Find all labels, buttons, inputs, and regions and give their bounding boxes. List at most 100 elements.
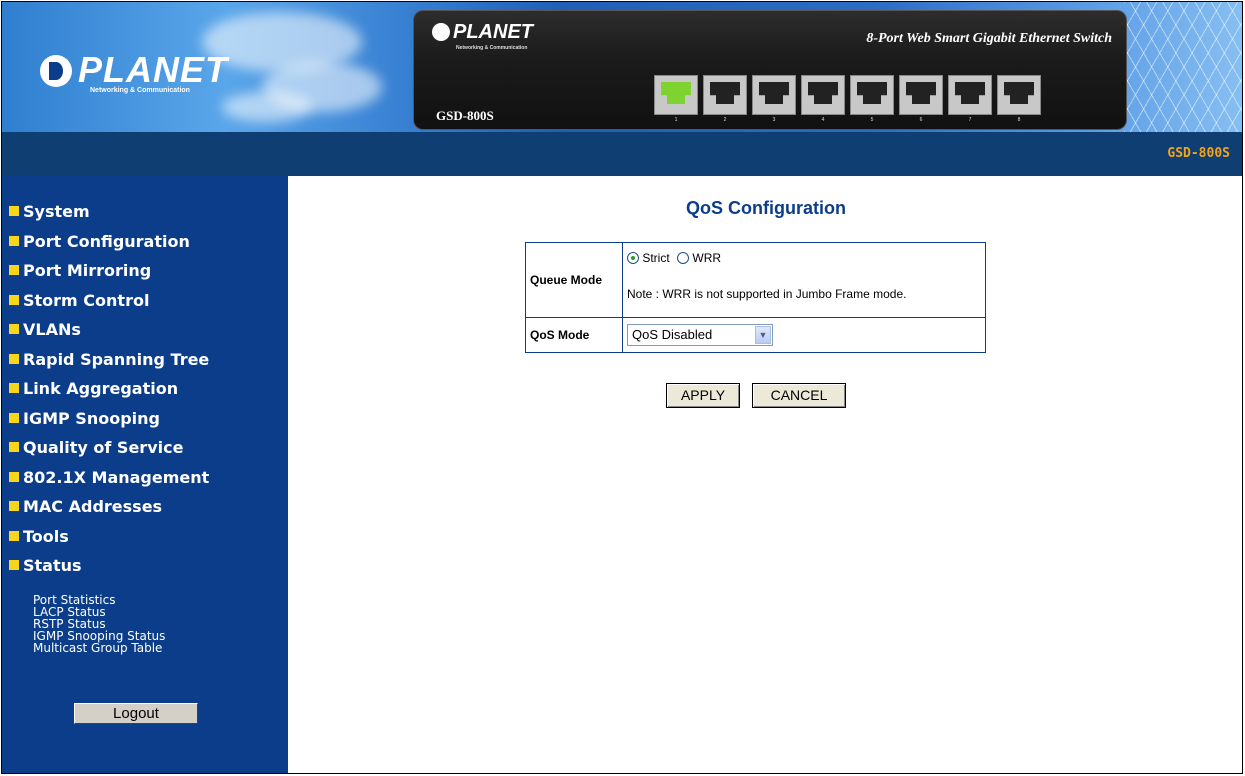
- qos-config-table: Queue Mode Strict WRR Note : WRR is not …: [525, 242, 986, 353]
- sidebar-item-label: MAC Addresses: [23, 497, 163, 516]
- planet-logo-tagline: Networking & Communication: [90, 87, 190, 94]
- sidebar-item-igmp-snooping[interactable]: IGMP Snooping: [9, 409, 160, 428]
- queue-mode-radios: Strict WRR: [627, 251, 981, 265]
- device-model: GSD-800S: [436, 108, 494, 123]
- port-4-icon: [801, 75, 845, 115]
- logout-button[interactable]: Logout: [74, 703, 198, 724]
- port-1-icon: [654, 75, 698, 115]
- bullet-icon: [9, 324, 19, 334]
- cancel-button[interactable]: CANCEL: [752, 383, 846, 408]
- qos-mode-value: QoS Disabled: [632, 327, 713, 342]
- sidebar-item-port-mirroring[interactable]: Port Mirroring: [9, 261, 151, 280]
- sidebar-item-label: Storm Control: [23, 291, 150, 310]
- planet-logo: PLANET Networking & Communication: [40, 49, 240, 99]
- strict-label[interactable]: Strict: [642, 251, 669, 265]
- sidebar-item-label: 802.1X Management: [23, 468, 210, 487]
- device-panel: PLANET Networking & Communication 8-Port…: [413, 10, 1127, 130]
- device-logo-text: PLANET: [453, 21, 533, 43]
- ethernet-port-icon: [906, 82, 936, 104]
- strict-radio[interactable]: [627, 252, 639, 264]
- sidebar-item-system[interactable]: System: [9, 202, 90, 221]
- sidebar-item-label: Rapid Spanning Tree: [23, 350, 210, 369]
- device-logo-tagline: Networking & Communication: [456, 45, 528, 51]
- sidebar-item-tools[interactable]: Tools: [9, 527, 69, 546]
- sidebar-item-label: VLANs: [23, 320, 81, 339]
- device-logo-icon: [432, 23, 450, 41]
- sidebar-item-label: IGMP Snooping: [23, 409, 160, 428]
- ethernet-port-icon: [808, 82, 838, 104]
- sidebar-item-link-aggregation[interactable]: Link Aggregation: [9, 379, 178, 398]
- ethernet-port-icon: [1004, 82, 1034, 104]
- sidebar-item-port-configuration[interactable]: Port Configuration: [9, 232, 190, 251]
- sidebar-item-quality-of-service[interactable]: Quality of Service: [9, 438, 183, 457]
- port-8-icon: [997, 75, 1041, 115]
- port-6-icon: [899, 75, 943, 115]
- bullet-icon: [9, 413, 19, 423]
- qos-mode-select[interactable]: QoS Disabled ▼: [627, 324, 773, 346]
- port-number: 8: [1017, 117, 1021, 123]
- queue-mode-cell: Strict WRR Note : WRR is not supported i…: [622, 242, 986, 318]
- wrr-radio[interactable]: [677, 252, 690, 264]
- sidebar: System Port Configuration Port Mirroring St…: [2, 176, 288, 773]
- sidebar-item-label: Tools: [23, 527, 69, 546]
- sidebar-item-rapid-spanning-tree[interactable]: Rapid Spanning Tree: [9, 350, 209, 369]
- planet-logo-text: PLANET: [78, 49, 228, 90]
- port-number: 7: [968, 117, 972, 123]
- bullet-icon: [9, 560, 19, 570]
- port-3-icon: [752, 75, 796, 115]
- device-title: 8-Port Web Smart Gigabit Ethernet Switch: [866, 31, 1112, 46]
- bullet-icon: [9, 531, 19, 541]
- ethernet-port-icon: [857, 82, 887, 104]
- queue-mode-row: Queue Mode Strict WRR Note : WRR is not …: [525, 242, 986, 318]
- bullet-icon: [9, 501, 19, 511]
- bullet-icon: [9, 265, 19, 275]
- ethernet-port-icon: [759, 82, 789, 104]
- planet-logo-icon: [40, 55, 72, 87]
- port-number: 4: [821, 117, 825, 123]
- sidebar-item-label: Port Mirroring: [23, 261, 152, 280]
- bullet-icon: [9, 206, 19, 216]
- chevron-down-icon[interactable]: ▼: [755, 326, 771, 344]
- sidebar-item-802-1x-management[interactable]: 802.1X Management: [9, 468, 209, 487]
- queue-mode-label: Queue Mode: [525, 242, 623, 318]
- apply-button[interactable]: APPLY: [666, 383, 740, 408]
- port-panel: 1 2 3 4 5 6 7 8: [654, 75, 1048, 125]
- port-number: 5: [870, 117, 874, 123]
- bullet-icon: [9, 236, 19, 246]
- ethernet-port-icon: [955, 82, 985, 104]
- port-2-icon: [703, 75, 747, 115]
- port-number: 1: [674, 117, 678, 123]
- sidebar-item-storm-control[interactable]: Storm Control: [9, 291, 149, 310]
- sidebar-subitem-multicast-group-table[interactable]: Multicast Group Table: [33, 642, 162, 654]
- qos-mode-row: QoS Mode QoS Disabled ▼: [525, 317, 986, 353]
- sidebar-item-vlans[interactable]: VLANs: [9, 320, 81, 339]
- qos-mode-cell: QoS Disabled ▼: [622, 317, 986, 353]
- port-number: 6: [919, 117, 923, 123]
- bullet-icon: [9, 472, 19, 482]
- port-number: 2: [723, 117, 727, 123]
- page-title: QoS Configuration: [686, 198, 846, 218]
- sidebar-item-mac-addresses[interactable]: MAC Addresses: [9, 497, 162, 516]
- sidebar-item-label: Link Aggregation: [23, 379, 179, 398]
- browser-page-frame: PLANET Networking & Communication PLANET…: [1, 1, 1243, 774]
- title-strip: GSD-800S: [2, 132, 1242, 176]
- bullet-icon: [9, 295, 19, 305]
- ethernet-port-icon: [661, 82, 691, 104]
- port-7-icon: [948, 75, 992, 115]
- sidebar-item-status[interactable]: Status: [9, 556, 82, 575]
- qos-mode-label: QoS Mode: [525, 317, 623, 353]
- bullet-icon: [9, 383, 19, 393]
- bullet-icon: [9, 354, 19, 364]
- decorative-hatch: [1124, 2, 1242, 132]
- sidebar-item-label: Port Configuration: [23, 232, 190, 251]
- wrr-label[interactable]: WRR: [692, 251, 721, 265]
- port-5-icon: [850, 75, 894, 115]
- wrr-note: Note : WRR is not supported in Jumbo Fra…: [627, 287, 907, 301]
- header-banner: PLANET Networking & Communication PLANET…: [2, 2, 1242, 132]
- sidebar-item-label: System: [23, 202, 90, 221]
- port-number: 3: [772, 117, 776, 123]
- sidebar-item-label: Quality of Service: [23, 438, 184, 457]
- device-logo: PLANET: [432, 21, 533, 44]
- sidebar-item-label: Status: [23, 556, 82, 575]
- bullet-icon: [9, 442, 19, 452]
